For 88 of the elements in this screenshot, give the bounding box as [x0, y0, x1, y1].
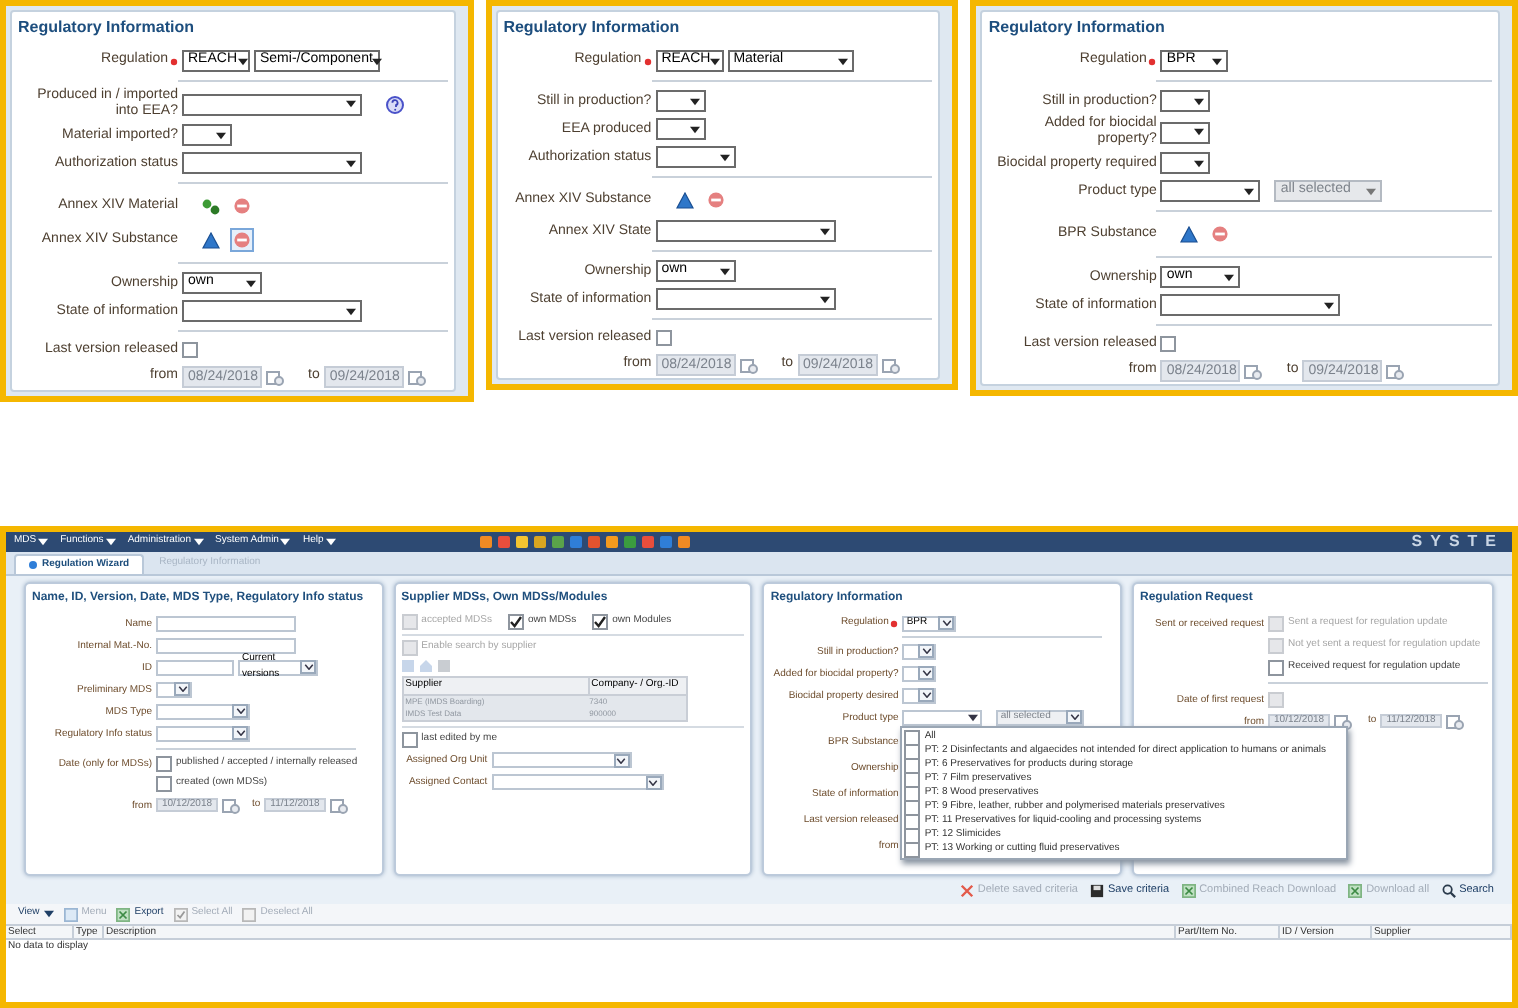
- shape-icon[interactable]: [675, 191, 694, 209]
- dropdown[interactable]: [655, 118, 706, 140]
- caret-icon: [346, 159, 356, 167]
- panel-title: Regulatory Information: [503, 16, 682, 40]
- calendar-icon[interactable]: [1244, 363, 1263, 379]
- delete-icon: [959, 883, 974, 897]
- dropdown[interactable]: [1160, 90, 1211, 112]
- checkbox[interactable]: [1268, 659, 1285, 675]
- calendar-icon[interactable]: [222, 797, 240, 813]
- caret-icon: [1244, 187, 1255, 195]
- caret-icon: [819, 227, 830, 235]
- caret-icon: [216, 131, 226, 139]
- calendar-icon[interactable]: [266, 369, 284, 385]
- calendar-icon[interactable]: [1334, 713, 1353, 729]
- caret-icon: [325, 538, 336, 546]
- checkbox[interactable]: [592, 614, 609, 630]
- caret-icon: [710, 57, 721, 65]
- calendar-icon[interactable]: [1386, 363, 1405, 379]
- chevron-icon: [232, 704, 248, 718]
- panel-title: Regulatory Information: [18, 16, 197, 40]
- calendar-icon[interactable]: [330, 797, 349, 813]
- caret-icon: [1194, 97, 1205, 105]
- caret-icon: [1324, 301, 1335, 309]
- remove-button[interactable]: [230, 228, 254, 252]
- caret-icon: [1194, 128, 1205, 136]
- chevron-icon: [938, 616, 955, 630]
- shape-icon[interactable]: [202, 231, 220, 249]
- caret-icon: [193, 538, 203, 546]
- chevron-icon: [918, 666, 935, 680]
- chevron-icon: [645, 775, 662, 789]
- wizard-icon: [28, 560, 38, 570]
- checkbox[interactable]: [182, 342, 198, 358]
- search-icon: [1441, 883, 1456, 897]
- calendar-icon[interactable]: [739, 357, 758, 373]
- caret-icon: [1366, 187, 1377, 195]
- chevron-icon: [613, 753, 630, 767]
- chevron-icon: [300, 660, 316, 674]
- caret-icon: [237, 57, 248, 65]
- checkbox[interactable]: [1160, 336, 1177, 352]
- spreadsheet-icon: [1348, 883, 1363, 897]
- dropdown[interactable]: [655, 90, 706, 112]
- checkbox[interactable]: [401, 731, 418, 747]
- caret-icon: [38, 538, 49, 546]
- checkbox[interactable]: [156, 756, 172, 772]
- caret-icon: [246, 279, 256, 287]
- chevron-icon: [918, 644, 935, 658]
- spreadsheet-icon: [116, 907, 131, 921]
- dropdown[interactable]: [182, 124, 232, 146]
- molecule-icon[interactable]: [202, 197, 220, 215]
- caret-icon: [968, 713, 979, 721]
- help-icon[interactable]: [386, 95, 404, 113]
- checkbox[interactable]: [507, 614, 524, 630]
- checkbox[interactable]: [655, 330, 672, 346]
- shape-icon[interactable]: [1180, 225, 1199, 243]
- spreadsheet-icon: [1181, 883, 1196, 897]
- caret-icon: [105, 538, 116, 546]
- calendar-icon[interactable]: [881, 357, 900, 373]
- remove-button[interactable]: [230, 194, 254, 218]
- checkbox[interactable]: [904, 729, 921, 745]
- caret-icon: [1194, 159, 1205, 167]
- caret-icon: [1224, 273, 1235, 281]
- caret-icon: [689, 125, 700, 133]
- caret-icon: [346, 100, 356, 108]
- dropdown[interactable]: [1160, 121, 1211, 143]
- caret-icon: [346, 307, 356, 315]
- remove-button[interactable]: [1208, 222, 1233, 246]
- caret-icon: [689, 97, 700, 105]
- input-field[interactable]: [156, 615, 296, 631]
- chevron-icon: [918, 688, 935, 702]
- caret-icon: [719, 153, 730, 161]
- caret-icon: [837, 57, 848, 65]
- remove-button[interactable]: [703, 188, 728, 212]
- caret-icon: [280, 538, 291, 546]
- caret-icon: [372, 57, 383, 65]
- brand-text: SYSTE: [1411, 530, 1504, 554]
- caret-icon: [43, 910, 54, 918]
- calendar-icon[interactable]: [407, 369, 426, 385]
- calendar-icon[interactable]: [1446, 713, 1465, 729]
- caret-icon: [719, 267, 730, 275]
- chevron-icon: [174, 682, 190, 696]
- input-field[interactable]: [156, 659, 234, 675]
- panel-title: Regulatory Information: [988, 16, 1167, 40]
- chevron-icon: [232, 726, 248, 740]
- input-field[interactable]: [156, 637, 296, 653]
- dropdown[interactable]: [1160, 152, 1211, 174]
- caret-icon: [1212, 57, 1223, 65]
- caret-icon: [819, 295, 830, 303]
- checkbox[interactable]: [156, 776, 172, 792]
